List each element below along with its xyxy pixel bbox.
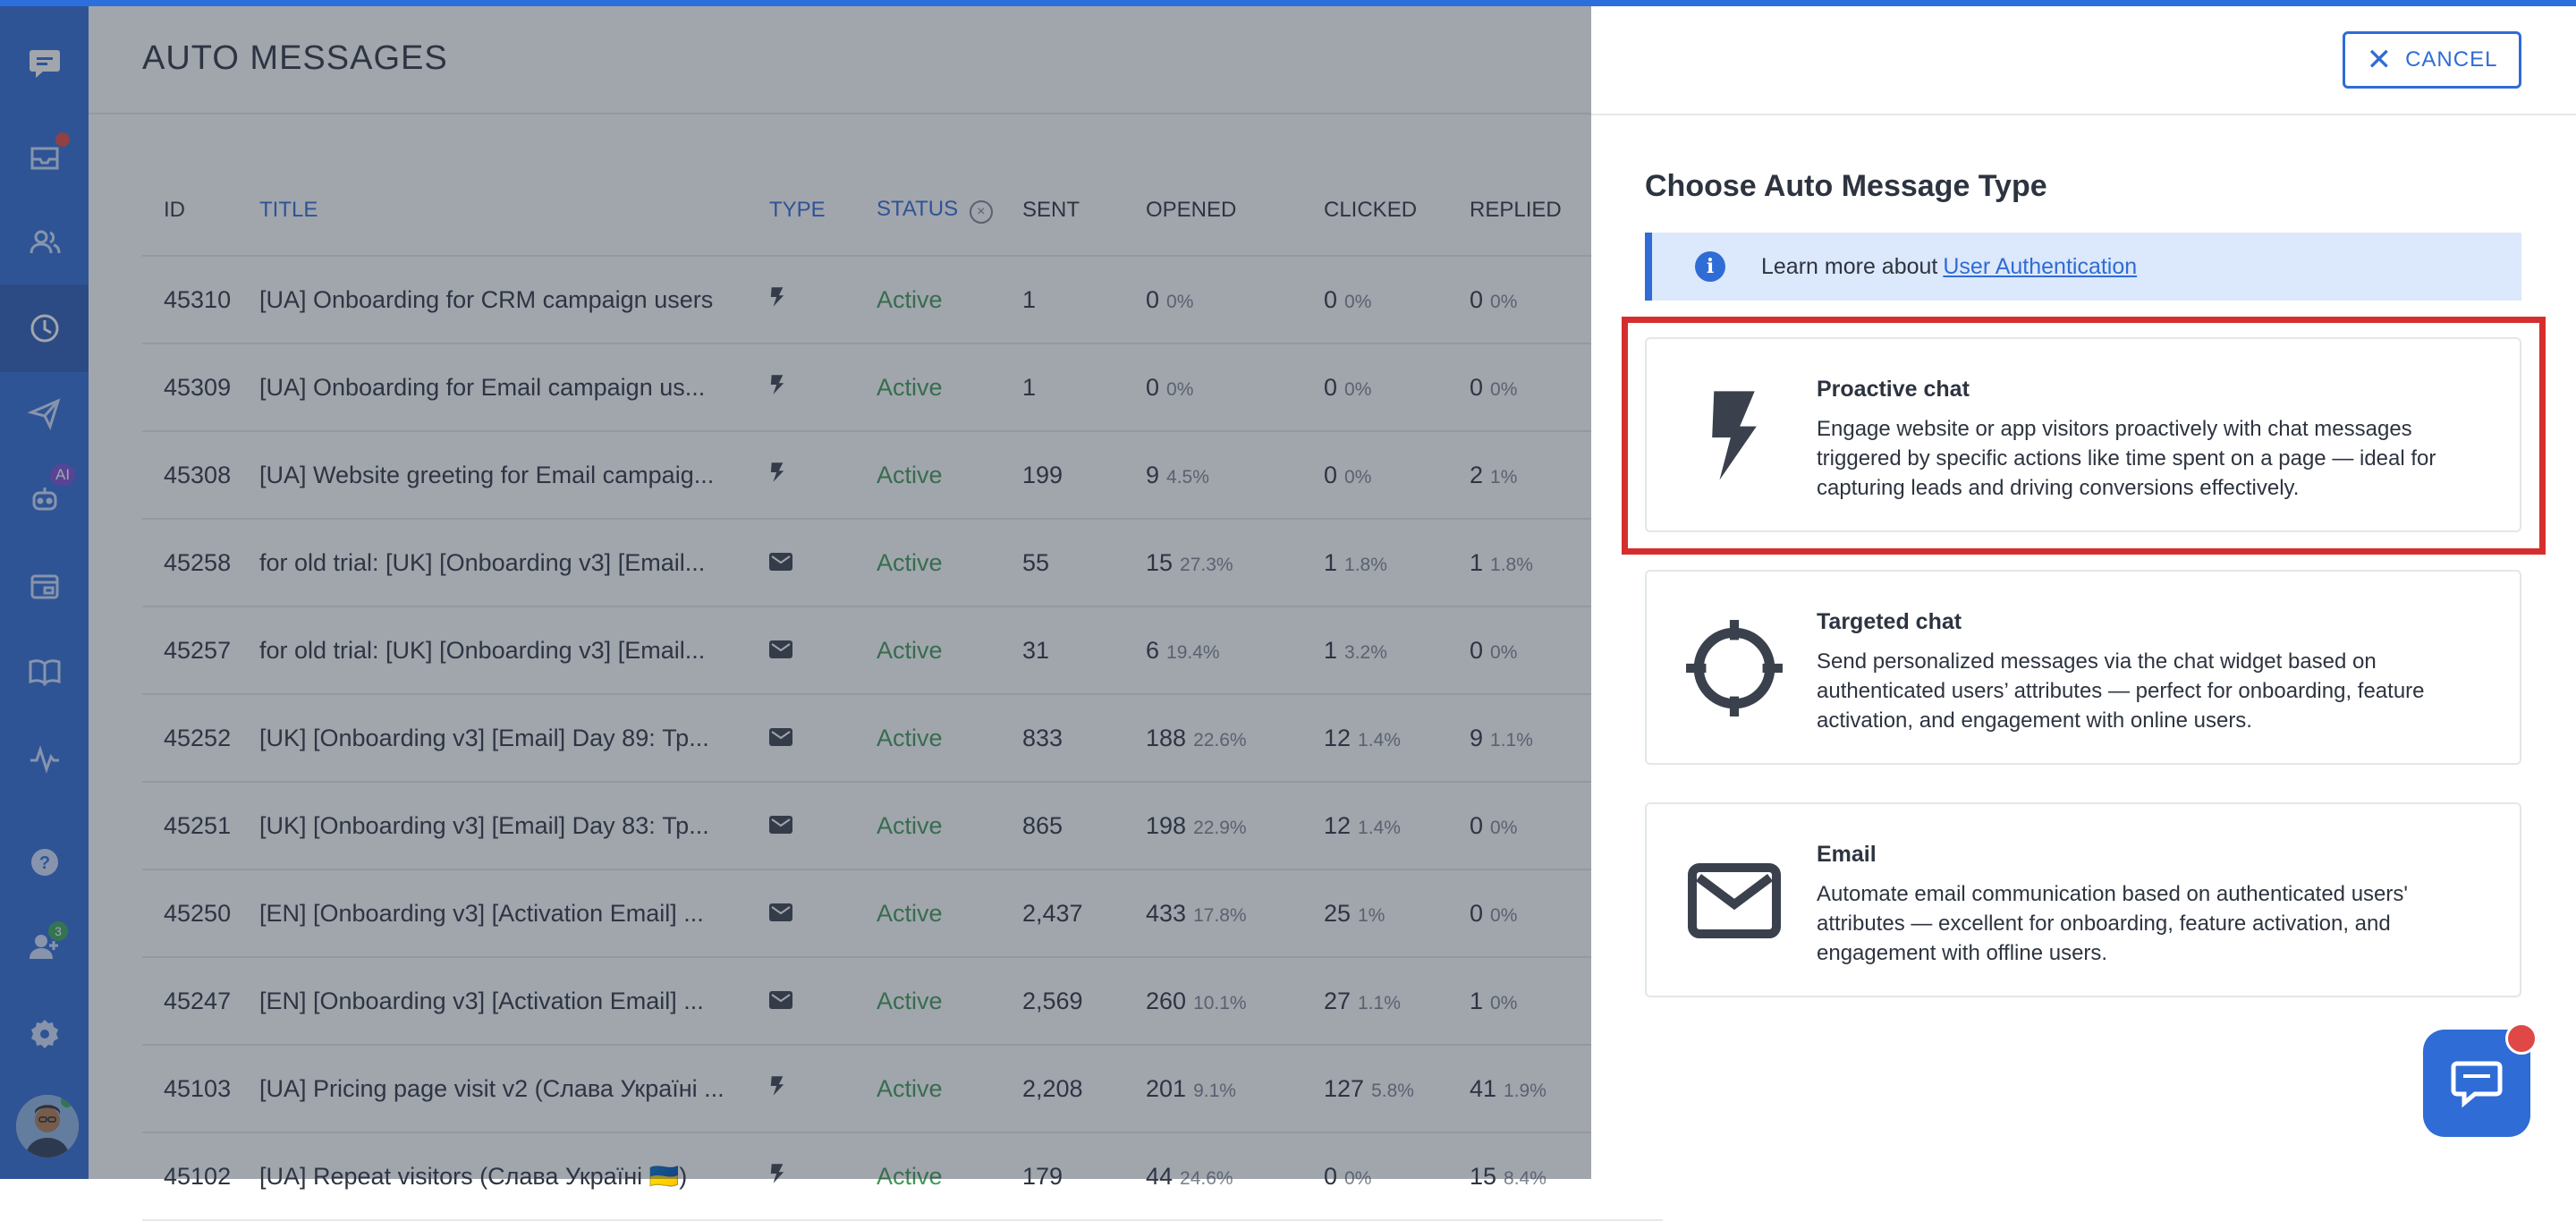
panel-header-divider	[1591, 114, 2576, 115]
email-description: Automate email communication based on au…	[1817, 882, 2408, 965]
panel-title: Choose Auto Message Type	[1645, 169, 2047, 203]
email-card[interactable]: Email Automate email communication based…	[1645, 802, 2521, 997]
close-icon: ✕	[2366, 43, 2394, 77]
info-banner: i Learn more about User Authentication	[1645, 233, 2521, 301]
targeted-chat-description: Send personalized messages via the chat …	[1817, 649, 2425, 733]
targeted-chat-title: Targeted chat	[1817, 609, 1962, 634]
proactive-chat-card[interactable]: Proactive chat Engage website or app vis…	[1645, 337, 2521, 532]
info-icon: i	[1695, 251, 1725, 282]
chat-widget-button[interactable]	[2423, 1022, 2538, 1137]
targeted-chat-card[interactable]: Targeted chat Send personalized messages…	[1645, 570, 2521, 765]
proactive-chat-title: Proactive chat	[1817, 377, 1970, 402]
chat-notification-dot	[2505, 1022, 2538, 1055]
envelope-icon	[1682, 849, 1786, 953]
choose-type-panel: ✕ CANCEL Choose Auto Message Type i Lear…	[1591, 6, 2576, 1179]
modal-backdrop[interactable]	[0, 0, 1591, 1179]
proactive-chat-description: Engage website or app visitors proactive…	[1817, 417, 2436, 500]
cancel-button[interactable]: ✕ CANCEL	[2343, 31, 2521, 89]
user-authentication-link[interactable]: User Authentication	[1943, 254, 2137, 280]
chat-bubble-icon	[2451, 1061, 2503, 1108]
info-text: Learn more about	[1761, 253, 1938, 279]
cancel-button-label: CANCEL	[2405, 47, 2498, 72]
target-icon	[1682, 616, 1786, 720]
email-title: Email	[1817, 842, 1877, 867]
lightning-icon	[1682, 384, 1786, 488]
top-accent-bar	[0, 0, 2576, 6]
